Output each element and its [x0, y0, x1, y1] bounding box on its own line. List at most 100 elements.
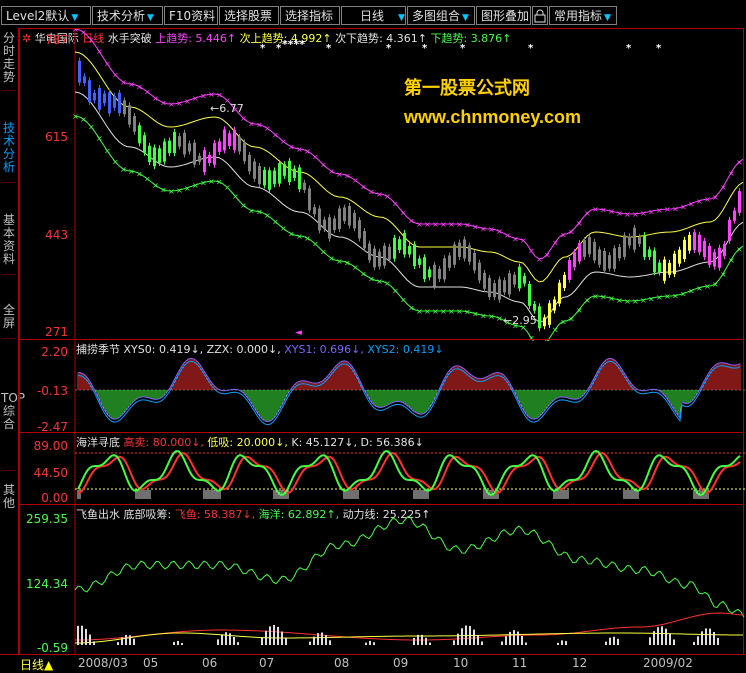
lower-cross-mark: × [728, 256, 735, 265]
candle-body [618, 247, 621, 259]
sidebar-divider [2, 470, 16, 471]
candle-body [458, 242, 461, 257]
candle-body [688, 234, 691, 251]
candle-body [533, 304, 536, 311]
dropdown-arrow-icon: ▼ [398, 13, 405, 23]
toolbar-period-button[interactable]: 日线 ▼ [341, 6, 406, 25]
candle-body [253, 161, 256, 179]
candle-body [658, 262, 661, 273]
lower-cross-mark: × [400, 296, 407, 305]
lower-cross-mark: × [712, 280, 719, 289]
upper-cross-mark: × [456, 220, 463, 229]
toolbar-select-indicator-label: 选择指标 [285, 9, 334, 23]
signal-marks: **** [282, 38, 306, 51]
upper-cross-mark: × [448, 220, 455, 229]
lower-cross-mark: × [632, 297, 639, 306]
candle-body [308, 188, 311, 211]
lower-cross-mark: × [104, 146, 111, 155]
sidebar-tab-technical[interactable]: 技术分析 [1, 122, 17, 174]
sidebar-tab-intraday[interactable]: 分时走势 [1, 32, 17, 84]
toolbar-multi-chart-button[interactable]: 多图组合 ▼ [407, 6, 475, 25]
lower-cross-mark: × [208, 177, 215, 186]
candle-body [288, 160, 291, 183]
candle-body [598, 249, 601, 265]
toolbar-tech-analysis-button[interactable]: 技术分析 ▼ [92, 6, 163, 25]
upper-cross-mark: × [136, 82, 143, 91]
dropdown-arrow-icon: ▼ [147, 13, 154, 23]
indicator-panel-fishing[interactable]: 捕捞季节 XYS0: 0.419↓, ZZX: 0.000↓, XYS1: 0.… [19, 339, 745, 434]
candle-body [673, 253, 676, 275]
star-mark: * [528, 43, 534, 54]
upper-cross-mark: × [576, 219, 583, 228]
toolbar-level2-button[interactable]: Level2默认 ▼ [1, 6, 91, 25]
lower-cross-mark: × [168, 187, 175, 196]
candle-body [603, 250, 606, 271]
high-price-label: ←6.77 [210, 102, 244, 115]
upper-cross-mark: × [704, 195, 711, 204]
candle-body [538, 306, 541, 329]
upper-cross-mark: × [424, 220, 431, 229]
toolbar-common-indicator-button[interactable]: 常用指标 ▼ [549, 6, 617, 25]
lower-cross-mark: × [320, 247, 327, 256]
candle-body [558, 282, 561, 304]
period-indicator[interactable]: 日线▲ [20, 656, 53, 673]
lower-cross-mark: × [304, 234, 311, 243]
toolbar-select-stock-button[interactable]: 选择股票 [219, 6, 279, 25]
lower-cross-mark: × [160, 186, 167, 195]
candle-body [93, 92, 96, 101]
candle-body [718, 247, 721, 268]
candle-body [648, 249, 651, 258]
upper-cross-mark: × [240, 114, 247, 123]
toolbar-overlay-button[interactable]: 图形叠加 [476, 6, 531, 25]
lock-button[interactable] [532, 6, 548, 25]
sidebar-tab-top[interactable]: TOP综合 [1, 392, 25, 431]
star-mark: * [626, 43, 632, 54]
upper-cross-mark: × [256, 120, 263, 129]
lower-cross-mark: × [88, 123, 95, 132]
upper-cross-mark: × [528, 247, 535, 256]
upper-cross-mark: × [664, 205, 671, 214]
sidebar-tab-other[interactable]: 其他 [1, 484, 17, 510]
toolbar-multi-chart-label: 多图组合 [412, 9, 461, 23]
sidebar-tab-fundamentals[interactable]: 基本资料 [1, 214, 17, 266]
upper-cross-mark: × [96, 47, 103, 56]
sidebar-divider [2, 274, 16, 275]
candle-body [678, 249, 681, 264]
upper-cross-mark: × [552, 239, 559, 248]
upper-cross-mark: × [712, 193, 719, 202]
candle-body [118, 92, 121, 114]
upper-cross-mark: × [400, 209, 407, 218]
candle-body [128, 105, 131, 125]
toolbar-f10-button[interactable]: F10资料 [164, 6, 218, 25]
toolbar-select-indicator-button[interactable]: 选择指标 [280, 6, 340, 25]
candle-body [588, 237, 591, 255]
lower-cross-mark: × [192, 181, 199, 190]
candle-body [248, 154, 251, 172]
indicator-panel-flyfish[interactable]: 飞鱼出水 底部吸筹: 飞鱼: 58.387↓, 海洋: 62.892↑, 动力线… [19, 504, 745, 656]
candle-body [448, 255, 451, 268]
toolbar-tech-analysis-label: 技术分析 [97, 9, 146, 23]
indicator-panel-ocean[interactable]: 海洋寻底 高卖: 80.000↓, 低吸: 20.000↓, K: 45.127… [19, 432, 745, 506]
candle-body [168, 140, 171, 154]
upper-cross-mark: × [720, 183, 727, 192]
candle-body [83, 76, 86, 84]
candle-body [683, 239, 686, 260]
upper-cross-mark: × [304, 147, 311, 156]
watermark-url: www.chnmoney.com [404, 107, 582, 127]
upper-cross-mark: × [656, 206, 663, 215]
candle-body [108, 92, 111, 114]
candle-body [113, 95, 116, 108]
upper-cross-mark: × [472, 223, 479, 232]
dropdown-arrow-icon: ▼ [604, 13, 611, 23]
candle-body [283, 164, 286, 176]
upper-cross-mark: × [736, 158, 743, 167]
lower-cross-mark: × [592, 292, 599, 301]
lower-cross-mark: × [120, 165, 127, 174]
candle-body [498, 279, 501, 300]
sidebar-tab-fullscreen[interactable]: 全屏 [1, 304, 17, 330]
upper-cross-mark: × [440, 220, 447, 229]
lower-cross-mark: × [368, 275, 375, 284]
watermark-title: 第一股票公式网 [404, 78, 530, 99]
upper-cross-mark: × [488, 225, 495, 234]
price-chart-panel[interactable]: ✲ 华电国际 日线 水手突破 上趋势: 5.446↑ 次上趋势: 4.992↑ … [19, 28, 744, 341]
